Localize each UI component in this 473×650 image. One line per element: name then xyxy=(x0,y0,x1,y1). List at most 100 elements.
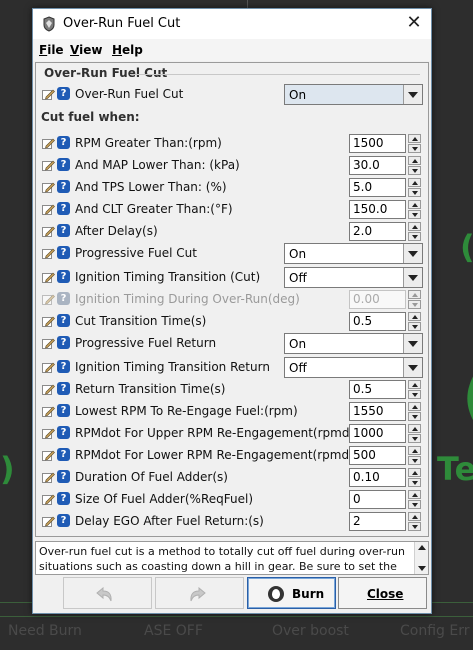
help-icon[interactable]: ? xyxy=(57,136,70,149)
help-icon[interactable]: ? xyxy=(57,202,70,215)
decrement-icon[interactable] xyxy=(408,144,421,153)
help-icon[interactable]: ? xyxy=(57,426,70,439)
edit-icon[interactable] xyxy=(42,449,55,462)
setting-dropdown[interactable]: On xyxy=(284,333,423,354)
decrement-icon[interactable] xyxy=(408,232,421,241)
chevron-down-icon[interactable] xyxy=(403,358,422,377)
help-icon[interactable]: ? xyxy=(57,492,70,505)
help-icon[interactable]: ? xyxy=(57,360,70,373)
setting-dropdown[interactable]: Off xyxy=(284,267,423,288)
help-icon[interactable]: ? xyxy=(57,404,70,417)
edit-icon[interactable] xyxy=(42,337,55,350)
help-icon[interactable]: ? xyxy=(57,382,70,395)
menu-file[interactable]: File xyxy=(39,43,64,57)
help-icon[interactable]: ? xyxy=(57,270,70,283)
help-icon[interactable]: ? xyxy=(57,470,70,483)
value-field[interactable]: 0 xyxy=(349,490,406,509)
redo-button[interactable] xyxy=(155,577,244,609)
help-icon[interactable]: ? xyxy=(57,158,70,171)
spinner-buttons xyxy=(408,468,421,487)
value-field[interactable]: 150.0 xyxy=(349,200,406,219)
edit-icon[interactable] xyxy=(42,315,55,328)
edit-icon[interactable] xyxy=(42,88,55,101)
edit-icon[interactable] xyxy=(42,293,55,306)
increment-icon[interactable] xyxy=(408,200,421,209)
undo-button[interactable] xyxy=(63,577,152,609)
value-field[interactable]: 0.5 xyxy=(349,380,406,399)
burn-button[interactable]: Burn xyxy=(247,577,336,609)
increment-icon[interactable] xyxy=(408,134,421,143)
chevron-down-icon[interactable] xyxy=(403,268,422,287)
edit-icon[interactable] xyxy=(42,247,55,260)
edit-icon[interactable] xyxy=(42,493,55,506)
decrement-icon[interactable] xyxy=(408,522,421,531)
value-field[interactable]: 0.5 xyxy=(349,312,406,331)
edit-icon[interactable] xyxy=(42,515,55,528)
increment-icon[interactable] xyxy=(408,490,421,499)
setting-dropdown[interactable]: Off xyxy=(284,357,423,378)
help-icon[interactable]: ? xyxy=(57,314,70,327)
help-icon[interactable]: ? xyxy=(57,87,70,100)
help-icon[interactable]: ? xyxy=(57,224,70,237)
increment-icon[interactable] xyxy=(408,312,421,321)
value-field[interactable]: 1500 xyxy=(349,134,406,153)
increment-icon[interactable] xyxy=(408,222,421,231)
edit-icon[interactable] xyxy=(42,361,55,374)
setting-dropdown[interactable]: On xyxy=(284,84,423,105)
value-field[interactable]: 1550 xyxy=(349,402,406,421)
menu-view[interactable]: View xyxy=(70,43,102,57)
value-field[interactable]: 500 xyxy=(349,446,406,465)
edit-icon[interactable] xyxy=(42,225,55,238)
setting-dropdown[interactable]: On xyxy=(284,243,423,264)
decrement-icon[interactable] xyxy=(408,166,421,175)
decrement-icon[interactable] xyxy=(408,210,421,219)
help-icon[interactable]: ? xyxy=(57,180,70,193)
help-icon[interactable]: ? xyxy=(57,292,70,305)
edit-icon[interactable] xyxy=(42,471,55,484)
help-icon[interactable]: ? xyxy=(57,514,70,527)
value-field[interactable]: 0.10 xyxy=(349,468,406,487)
spinner-buttons xyxy=(408,200,421,219)
increment-icon[interactable] xyxy=(408,380,421,389)
decrement-icon[interactable] xyxy=(408,412,421,421)
value-field[interactable]: 1000 xyxy=(349,424,406,443)
help-icon[interactable]: ? xyxy=(57,336,70,349)
edit-icon[interactable] xyxy=(42,271,55,284)
value-field[interactable]: 30.0 xyxy=(349,156,406,175)
increment-icon[interactable] xyxy=(408,512,421,521)
decrement-icon[interactable] xyxy=(408,478,421,487)
decrement-icon[interactable] xyxy=(408,434,421,443)
edit-icon[interactable] xyxy=(42,383,55,396)
chevron-down-icon[interactable] xyxy=(403,334,422,353)
menu-help[interactable]: Help xyxy=(112,43,143,57)
description-box[interactable]: Over-run fuel cut is a method to totally… xyxy=(35,541,429,575)
edit-icon[interactable] xyxy=(42,405,55,418)
edit-icon[interactable] xyxy=(42,137,55,150)
decrement-icon[interactable] xyxy=(408,500,421,509)
help-icon[interactable]: ? xyxy=(57,246,70,259)
value-field[interactable]: 2.0 xyxy=(349,222,406,241)
help-icon[interactable]: ? xyxy=(57,448,70,461)
increment-icon[interactable] xyxy=(408,402,421,411)
decrement-icon[interactable] xyxy=(408,188,421,197)
decrement-icon[interactable] xyxy=(408,390,421,399)
increment-icon[interactable] xyxy=(408,178,421,187)
increment-icon[interactable] xyxy=(408,424,421,433)
edit-icon[interactable] xyxy=(42,181,55,194)
decrement-icon[interactable] xyxy=(408,322,421,331)
edit-icon[interactable] xyxy=(42,427,55,440)
increment-icon[interactable] xyxy=(408,446,421,455)
increment-icon[interactable] xyxy=(408,156,421,165)
description-scrollbar[interactable] xyxy=(414,542,428,574)
decrement-icon[interactable] xyxy=(408,456,421,465)
value-field[interactable]: 2 xyxy=(349,512,406,531)
title-bar[interactable]: Over-Run Fuel Cut ✕ xyxy=(33,9,431,39)
value-field[interactable]: 5.0 xyxy=(349,178,406,197)
chevron-down-icon[interactable] xyxy=(403,244,422,263)
close-icon[interactable]: ✕ xyxy=(397,9,431,39)
close-button[interactable]: Close xyxy=(338,577,427,609)
chevron-down-icon[interactable] xyxy=(403,85,422,104)
edit-icon[interactable] xyxy=(42,203,55,216)
edit-icon[interactable] xyxy=(42,159,55,172)
increment-icon[interactable] xyxy=(408,468,421,477)
